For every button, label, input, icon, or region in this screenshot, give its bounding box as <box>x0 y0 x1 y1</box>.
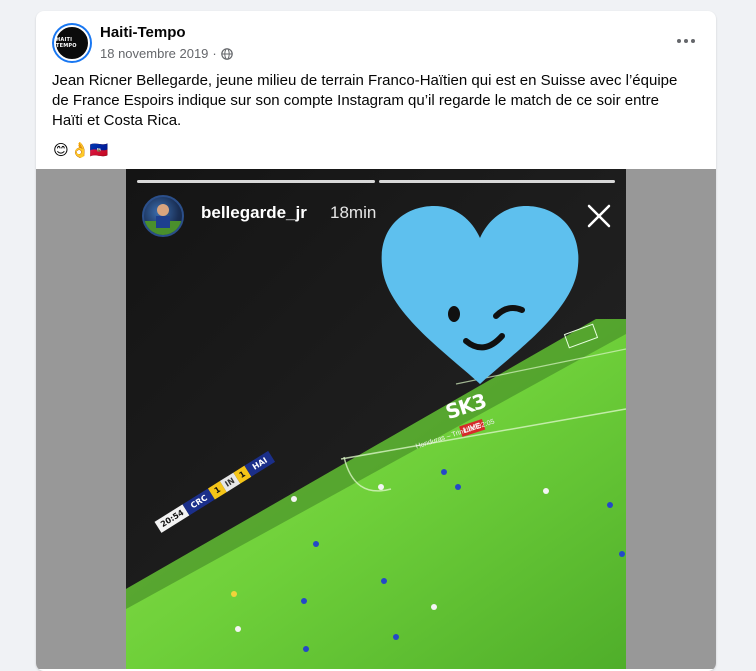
avatar-photo <box>144 204 182 235</box>
winking-heart-sticker <box>381 206 579 384</box>
instagram-story-screenshot: bellegarde_jr 18min SK3 LIVE Honduras – … <box>126 169 626 669</box>
story-timestamp: 18min <box>330 203 377 222</box>
close-icon[interactable] <box>587 204 611 228</box>
avatar-logo-text: HAITI TEMPO <box>56 37 77 49</box>
emoji-row: 😊 👌 🇭🇹 <box>52 141 108 159</box>
more-dot <box>691 39 695 43</box>
post-date-link[interactable]: 18 novembre 2019 <box>100 46 208 61</box>
more-dot <box>684 39 688 43</box>
smile-emoji: 😊 <box>53 142 69 159</box>
post-header: HAITI TEMPO Haiti-Tempo 18 novembre 2019… <box>36 11 716 71</box>
story-username[interactable]: bellegarde_jr <box>201 203 307 223</box>
post-media[interactable]: bellegarde_jr 18min SK3 LIVE Honduras – … <box>36 169 716 669</box>
ok-hand-emoji: 👌 <box>70 142 90 159</box>
globe-icon[interactable] <box>220 47 233 60</box>
more-horizontal-icon <box>677 39 681 43</box>
page-avatar[interactable]: HAITI TEMPO <box>52 23 92 63</box>
haiti-flag-emoji: 🇭🇹 <box>89 142 109 159</box>
avatar-logo-container: HAITI TEMPO <box>54 25 90 61</box>
story-user-avatar[interactable] <box>142 195 184 237</box>
page-name-link[interactable]: Haiti-Tempo <box>100 24 186 41</box>
meta-separator: · <box>212 46 217 61</box>
more-options-button[interactable] <box>674 31 698 51</box>
post-meta: 18 novembre 2019 · <box>100 46 233 61</box>
post-message: Jean Ricner Bellegarde, jeune milieu de … <box>52 72 678 129</box>
story-progress-bar-1 <box>137 180 375 183</box>
story-progress-bar-2 <box>379 180 615 183</box>
facebook-post-card: HAITI TEMPO Haiti-Tempo 18 novembre 2019… <box>36 11 716 671</box>
